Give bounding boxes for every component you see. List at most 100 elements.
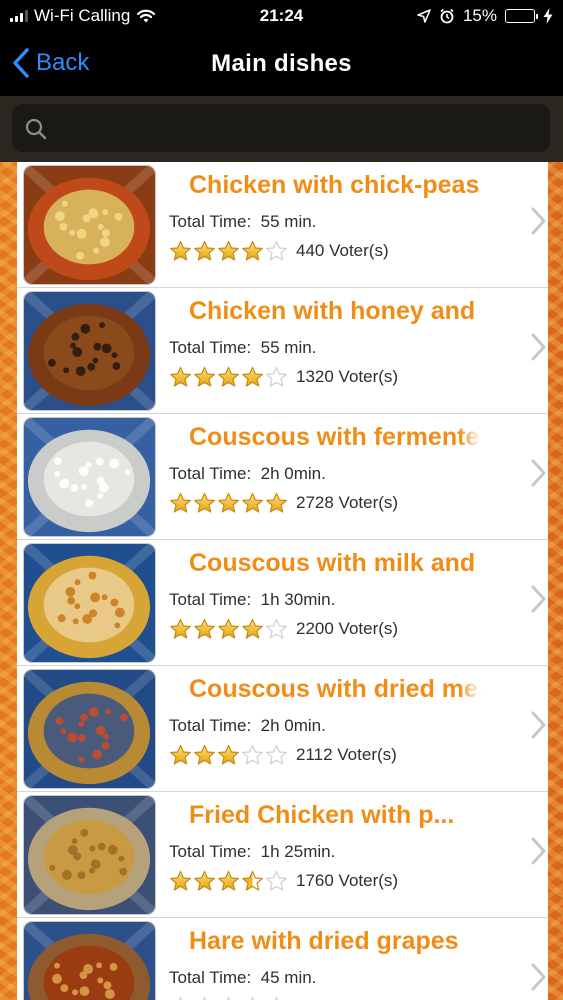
total-time-value: 1h 30min. bbox=[260, 590, 336, 609]
dish-photo-icon bbox=[24, 418, 155, 536]
voter-count: 2200 Voter(s) bbox=[296, 619, 399, 638]
voter-count: 440 Voter(s) bbox=[296, 241, 389, 260]
star-filled-icon bbox=[242, 366, 263, 387]
star-rating bbox=[169, 870, 288, 892]
star-filled-icon bbox=[218, 492, 239, 513]
rating: 440 Voter(s) bbox=[169, 240, 389, 262]
recipe-thumbnail bbox=[23, 921, 156, 1000]
recipe-title: Hare with dried grapes bbox=[189, 927, 459, 955]
recipe-row[interactable]: Fried Chicken with p... Total Time: 1h 25… bbox=[17, 792, 548, 918]
star-filled-icon bbox=[218, 870, 239, 891]
total-time-value: 55 min. bbox=[260, 212, 317, 231]
chevron-right-icon bbox=[531, 585, 546, 613]
star-filled-icon bbox=[194, 618, 215, 639]
rating bbox=[169, 996, 296, 1000]
status-right: 15% bbox=[417, 6, 553, 26]
recipe-list[interactable]: Chicken with chick-peas Total Time: 55 mi… bbox=[17, 162, 548, 1000]
total-time-label: Total Time: bbox=[169, 212, 252, 231]
star-filled-icon bbox=[170, 366, 191, 387]
recipe-row[interactable]: Hare with dried grapes Total Time: 45 min… bbox=[17, 918, 548, 1000]
total-time-label: Total Time: bbox=[169, 968, 252, 987]
star-filled-icon bbox=[218, 366, 239, 387]
star-empty-icon bbox=[226, 996, 231, 1000]
battery-icon bbox=[505, 9, 538, 23]
recipe-thumbnail bbox=[23, 669, 156, 789]
total-time-value: 2h 0min. bbox=[260, 464, 326, 483]
search-input[interactable] bbox=[12, 104, 550, 152]
recipe-title: Couscous with fermented bbox=[189, 420, 481, 454]
dish-photo-icon bbox=[24, 670, 155, 788]
recipe-row[interactable]: Chicken with chick-peas Total Time: 55 mi… bbox=[17, 162, 548, 288]
total-time: Total Time: 2h 0min. bbox=[169, 464, 326, 484]
star-filled-icon bbox=[218, 240, 239, 261]
total-time-label: Total Time: bbox=[169, 716, 252, 735]
navigation-bar: Back Main dishes bbox=[0, 32, 563, 96]
recipe-thumbnail bbox=[23, 165, 156, 285]
star-filled-icon bbox=[266, 492, 287, 513]
dish-photo-icon bbox=[24, 796, 155, 914]
star-empty-icon bbox=[178, 996, 183, 1000]
total-time: Total Time: 45 min. bbox=[169, 968, 316, 988]
total-time-value: 1h 25min. bbox=[260, 842, 336, 861]
dish-photo-icon bbox=[24, 166, 155, 284]
search-bar bbox=[0, 96, 563, 162]
voter-count: 1320 Voter(s) bbox=[296, 367, 399, 386]
star-filled-icon bbox=[170, 492, 191, 513]
star-empty-icon bbox=[242, 744, 263, 765]
chevron-right-icon bbox=[531, 963, 546, 991]
star-half-icon bbox=[242, 870, 263, 891]
star-filled-icon bbox=[194, 366, 215, 387]
rating: 2112 Voter(s) bbox=[169, 744, 397, 766]
star-empty-icon bbox=[266, 240, 287, 261]
star-filled-icon bbox=[194, 744, 215, 765]
voter-count: 2112 Voter(s) bbox=[296, 745, 397, 764]
total-time: Total Time: 55 min. bbox=[169, 212, 316, 232]
total-time-label: Total Time: bbox=[169, 590, 252, 609]
star-filled-icon bbox=[242, 240, 263, 261]
recipe-thumbnail bbox=[23, 417, 156, 537]
star-rating bbox=[169, 366, 288, 388]
star-filled-icon bbox=[170, 618, 191, 639]
star-rating bbox=[169, 618, 288, 640]
location-arrow-icon bbox=[417, 9, 431, 23]
recipe-row[interactable]: Couscous with fermented Total Time: 2h 0m… bbox=[17, 414, 548, 540]
content-background: Chicken with chick-peas Total Time: 55 mi… bbox=[0, 162, 563, 1000]
rating: 2728 Voter(s) bbox=[169, 492, 398, 514]
star-empty-icon bbox=[266, 366, 287, 387]
star-filled-icon bbox=[194, 492, 215, 513]
star-empty-icon bbox=[274, 996, 279, 1000]
star-empty-icon bbox=[250, 996, 255, 1000]
total-time: Total Time: 1h 25min. bbox=[169, 842, 335, 862]
alarm-clock-icon bbox=[440, 8, 454, 24]
recipe-row[interactable]: Couscous with dried meat Total Time: 2h 0… bbox=[17, 666, 548, 792]
star-rating bbox=[169, 240, 288, 262]
page-title: Main dishes bbox=[211, 50, 352, 77]
recipe-title: Chicken with honey and bbox=[189, 297, 476, 325]
recipe-thumbnail bbox=[23, 291, 156, 411]
dish-photo-icon bbox=[24, 292, 155, 410]
chevron-right-icon bbox=[531, 207, 546, 235]
dish-photo-icon bbox=[24, 922, 155, 1000]
charging-bolt-icon bbox=[543, 8, 553, 24]
recipe-row[interactable]: Chicken with honey and Total Time: 55 min… bbox=[17, 288, 548, 414]
chevron-right-icon bbox=[531, 837, 546, 865]
rating: 2200 Voter(s) bbox=[169, 618, 398, 640]
voter-count: 1760 Voter(s) bbox=[296, 871, 399, 890]
recipe-thumbnail bbox=[23, 543, 156, 663]
recipe-title: Chicken with chick-peas bbox=[189, 171, 480, 199]
star-rating bbox=[169, 744, 288, 766]
star-empty-icon bbox=[266, 618, 287, 639]
star-filled-icon bbox=[194, 870, 215, 891]
recipe-title: Couscous with milk and bbox=[189, 549, 476, 577]
total-time-value: 55 min. bbox=[260, 338, 317, 357]
chevron-right-icon bbox=[531, 333, 546, 361]
dish-photo-icon bbox=[24, 544, 155, 662]
recipe-row[interactable]: Couscous with milk and Total Time: 1h 30m… bbox=[17, 540, 548, 666]
total-time-value: 45 min. bbox=[260, 968, 317, 987]
recipe-thumbnail bbox=[23, 795, 156, 915]
star-filled-icon bbox=[242, 618, 263, 639]
star-filled-icon bbox=[218, 744, 239, 765]
voter-count: 2728 Voter(s) bbox=[296, 493, 399, 512]
battery-percent: 15% bbox=[462, 6, 497, 25]
star-filled-icon bbox=[170, 240, 191, 261]
